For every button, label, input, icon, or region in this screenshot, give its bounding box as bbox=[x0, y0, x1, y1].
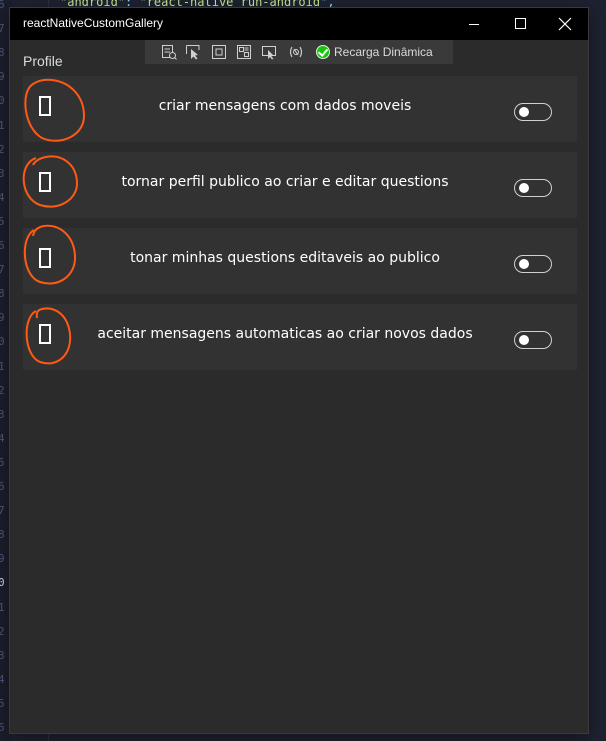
line-number: 7 bbox=[0, 504, 5, 518]
line-number: 6 bbox=[0, 0, 5, 11]
hot-reload-status[interactable]: Recarga Dinâmica bbox=[316, 44, 433, 60]
check-circle-icon bbox=[316, 45, 330, 59]
line-number: 7 bbox=[0, 263, 5, 277]
line-number: 1 bbox=[0, 600, 5, 614]
line-number: 3 bbox=[0, 166, 5, 180]
setting-label: criar mensagens com dados moveis bbox=[158, 98, 412, 114]
line-number: 7 bbox=[0, 22, 5, 36]
minimize-button[interactable] bbox=[451, 8, 497, 40]
line-number: 5 bbox=[0, 455, 5, 469]
line-number: 8 bbox=[0, 46, 5, 60]
app-window: reactNativeCustomGallery Recarga Dinâmic… bbox=[10, 8, 588, 733]
line-number: 4 bbox=[0, 190, 5, 204]
setting-row: tonar minhas questions editaveis ao publ… bbox=[23, 228, 577, 294]
line-number: 1 bbox=[0, 118, 5, 132]
line-number: 2 bbox=[0, 383, 5, 397]
minimize-icon bbox=[469, 24, 479, 25]
line-number: 9 bbox=[0, 552, 5, 566]
xaml-debug-toolbar: Recarga Dinâmica bbox=[145, 40, 453, 65]
display-layout-adorners-icon[interactable] bbox=[211, 44, 227, 60]
maximize-button[interactable] bbox=[497, 8, 543, 40]
page-title: Profile bbox=[23, 53, 63, 69]
maximize-icon bbox=[515, 18, 526, 29]
phone-icon bbox=[39, 96, 51, 116]
phone-icon bbox=[39, 324, 51, 344]
line-number: 0 bbox=[0, 576, 5, 590]
preview-selection-icon[interactable] bbox=[261, 44, 277, 60]
track-focused-element-icon[interactable] bbox=[236, 44, 252, 60]
line-number: 3 bbox=[0, 648, 5, 662]
line-number: 8 bbox=[0, 528, 5, 542]
line-number: 5 bbox=[0, 214, 5, 228]
setting-toggle[interactable] bbox=[514, 179, 552, 197]
line-number: 6 bbox=[0, 480, 5, 493]
line-number: 4 bbox=[0, 672, 5, 686]
line-number: 5 bbox=[0, 696, 5, 710]
hot-reload-label: Recarga Dinâmica bbox=[334, 45, 433, 59]
line-number: 6 bbox=[0, 239, 5, 252]
title-bar[interactable]: reactNativeCustomGallery bbox=[10, 8, 588, 40]
line-number: 6 bbox=[0, 721, 5, 734]
live-visual-tree-icon[interactable] bbox=[161, 44, 177, 60]
line-number: 9 bbox=[0, 70, 5, 84]
line-number: 1 bbox=[0, 359, 5, 373]
binding-failures-icon[interactable] bbox=[288, 44, 304, 60]
line-number: 9 bbox=[0, 311, 5, 325]
setting-toggle[interactable] bbox=[514, 103, 552, 121]
line-number: 0 bbox=[0, 94, 5, 108]
select-element-icon[interactable] bbox=[185, 44, 201, 60]
line-number: 2 bbox=[0, 142, 5, 156]
toggle-knob bbox=[519, 335, 529, 345]
phone-icon bbox=[39, 248, 51, 268]
line-number: 2 bbox=[0, 624, 5, 638]
close-icon bbox=[558, 17, 572, 31]
toggle-knob bbox=[519, 259, 529, 269]
toggle-knob bbox=[519, 107, 529, 117]
setting-row: tornar perfil publico ao criar e editar … bbox=[23, 152, 577, 218]
setting-label: aceitar mensagens automaticas ao criar n… bbox=[97, 326, 473, 342]
close-button[interactable] bbox=[543, 8, 589, 40]
setting-toggle[interactable] bbox=[514, 331, 552, 349]
line-number: 8 bbox=[0, 287, 5, 301]
setting-toggle[interactable] bbox=[514, 255, 552, 273]
toggle-knob bbox=[519, 183, 529, 193]
line-number: 3 bbox=[0, 407, 5, 421]
setting-row: criar mensagens com dados moveis bbox=[23, 76, 577, 142]
setting-label: tornar perfil publico ao criar e editar … bbox=[121, 174, 449, 190]
window-title: reactNativeCustomGallery bbox=[23, 16, 164, 30]
line-number: 4 bbox=[0, 431, 5, 445]
line-number: 0 bbox=[0, 335, 5, 349]
setting-label: tonar minhas questions editaveis ao publ… bbox=[130, 250, 440, 266]
setting-row: aceitar mensagens automaticas ao criar n… bbox=[23, 304, 577, 370]
phone-icon bbox=[39, 172, 51, 192]
